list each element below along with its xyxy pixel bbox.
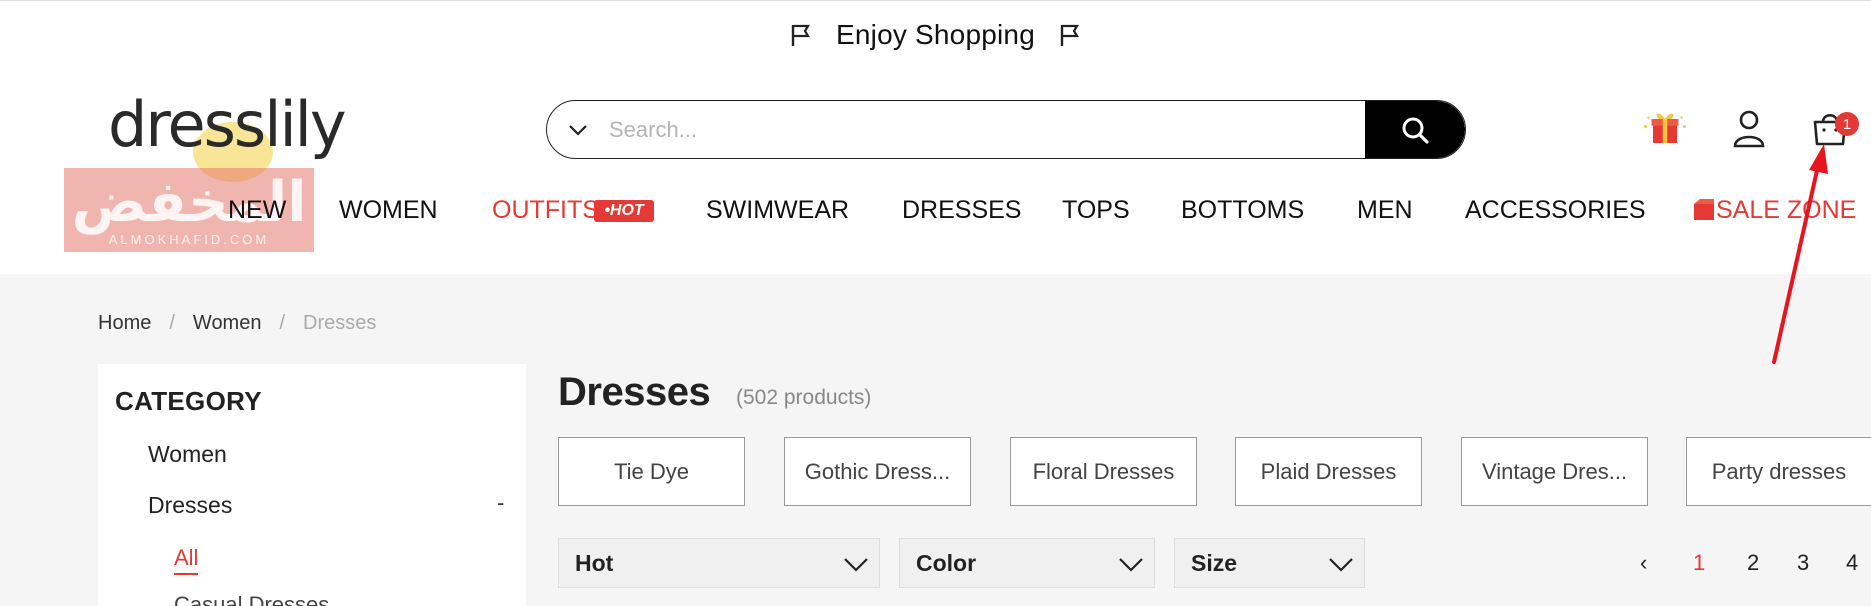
pagination-page-1[interactable]: 1 [1693,550,1705,576]
nav-tops[interactable]: TOPS [1062,196,1130,225]
chip-floral-dresses[interactable]: Floral Dresses [1010,437,1197,506]
sort-select-value: Hot [575,549,614,576]
content-area: Home / Women / Dresses CATEGORY Women Dr… [0,274,1871,606]
breadcrumb-home[interactable]: Home [98,312,151,335]
color-filter-label: Color [916,549,977,576]
hot-badge: •HOT [594,200,654,222]
account-button[interactable] [1725,104,1773,152]
pagination-page-4[interactable]: 4 [1846,550,1858,576]
chip-gothic-dresses[interactable]: Gothic Dress... [784,437,971,506]
promo-text: Enjoy Shopping [836,18,1035,50]
search-button[interactable] [1365,101,1465,158]
chevron-down-icon [1119,558,1143,572]
site-logo[interactable]: dresslily [108,88,347,161]
size-filter[interactable]: Size [1174,538,1365,588]
nav-bottoms[interactable]: BOTTOMS [1181,196,1304,225]
chip-tie-dye[interactable]: Tie Dye [558,437,745,506]
flag-icon [1060,24,1079,46]
search-icon [1402,117,1429,144]
category-women[interactable]: Women [148,441,227,468]
gift-icon [1644,113,1686,143]
chevron-down-icon [844,558,868,572]
color-filter[interactable]: Color [899,538,1155,588]
nav-dresses[interactable]: DRESSES [902,196,1021,225]
category-dresses[interactable]: Dresses [148,492,232,519]
chip-party-dresses[interactable]: Party dresses [1686,437,1871,506]
nav-women[interactable]: WOMEN [339,196,438,225]
chip-vintage-dresses[interactable]: Vintage Dres... [1461,437,1648,506]
breadcrumb-women[interactable]: Women [193,312,262,335]
chevron-down-icon [569,124,587,136]
chip-plaid-dresses[interactable]: Plaid Dresses [1235,437,1422,506]
pagination-page-2[interactable]: 2 [1747,550,1759,576]
size-filter-label: Size [1191,549,1238,576]
sort-select[interactable]: Hot [558,538,880,588]
sale-icon [1694,199,1714,220]
breadcrumb-separator: / [279,312,286,334]
nav-sale-zone[interactable]: SALE ZONE [1716,196,1856,225]
search-bar [546,100,1466,159]
category-casual-dresses[interactable]: Casual Dresses [174,592,329,606]
flag-icon [791,24,810,46]
category-title: CATEGORY [115,386,262,416]
page: Enjoy Shopping dresslily المخفض ALMOKHAF… [0,0,1871,606]
user-icon [1733,110,1765,148]
nav-outfits[interactable]: OUTFITS [492,196,599,225]
pagination-page-3[interactable]: 3 [1797,550,1809,576]
product-count: (502 products) [736,386,872,409]
breadcrumb: Home / Women / Dresses [98,312,376,335]
cart-count-badge: 1 [1835,112,1859,136]
main-nav: NEW WOMEN OUTFITS SWIMWEAR DRESSES TOPS … [0,196,1871,236]
collapse-toggle[interactable]: - [497,490,504,516]
nav-accessories[interactable]: ACCESSORIES [1465,196,1646,225]
nav-swimwear[interactable]: SWIMWEAR [706,196,849,225]
promo-bar: Enjoy Shopping [0,0,1871,68]
pagination-prev[interactable]: ‹ [1640,550,1647,576]
search-category-dropdown[interactable] [547,118,609,142]
nav-new[interactable]: NEW [228,196,286,225]
category-all[interactable]: All [174,545,199,575]
page-title: Dresses [558,370,711,414]
breadcrumb-separator: / [169,312,175,334]
chevron-down-icon [1329,558,1353,572]
gift-button[interactable] [1641,104,1689,152]
category-sidebar: CATEGORY Women Dresses - All Casual Dres… [98,364,526,606]
search-input[interactable] [609,101,1365,158]
breadcrumb-current: Dresses [303,312,377,334]
nav-men[interactable]: MEN [1357,196,1413,225]
